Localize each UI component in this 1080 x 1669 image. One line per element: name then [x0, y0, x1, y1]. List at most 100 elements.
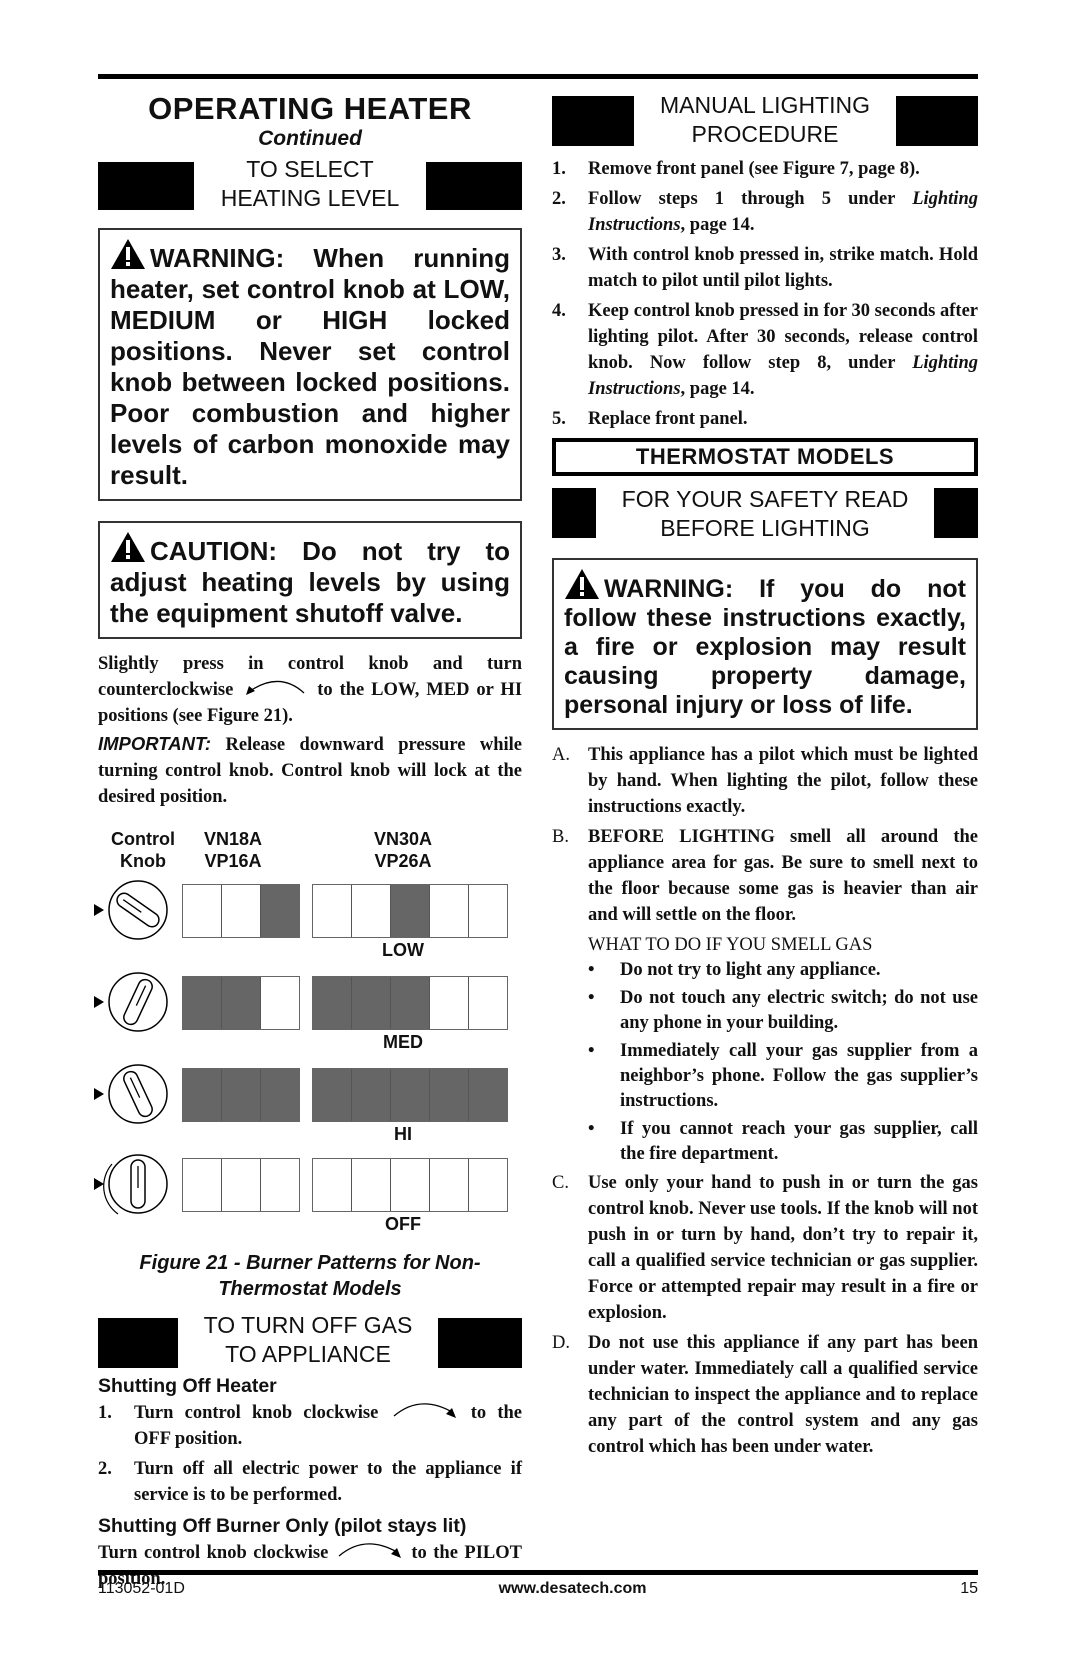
bullet-item: • Immediately call your gas supplier from…: [588, 1041, 978, 1111]
burner-pattern-vn30a: [312, 1158, 508, 1212]
level-label: MED: [383, 1032, 423, 1052]
burner-cell-lit: [183, 1069, 222, 1121]
warning-icon: [565, 569, 599, 599]
burner-cell-lit: [391, 1069, 430, 1121]
burner-cell-lit: [352, 1069, 391, 1121]
header-line: HEATING LEVEL: [220, 185, 400, 211]
col-header-vn18a: VN18A VP16A: [203, 829, 263, 871]
top-rule: [98, 74, 978, 79]
step-item: 1. Turn control knob clockwise to the OF…: [98, 1400, 522, 1452]
burner-pattern-vn18a: [182, 1158, 300, 1212]
burner-cell-unlit: [352, 885, 391, 937]
warning-icon: [111, 532, 145, 562]
burner-pattern-vn30a: [312, 884, 508, 938]
section-header-select-heating: TO SELECT HEATING LEVEL: [98, 154, 522, 214]
control-knob-icon: [94, 1064, 168, 1124]
right-column: MANUAL LIGHTING PROCEDURE 1. Remove front…: [552, 80, 978, 1464]
header-line: PROCEDURE: [691, 121, 839, 147]
step-item: 1. Remove front panel (see Figure 7, page…: [552, 159, 920, 179]
burner-pattern-vn18a: [182, 976, 300, 1030]
thermostat-models-title: THERMOSTAT MODELS: [552, 438, 978, 476]
header-block-right: [934, 488, 978, 538]
knob-instruction: Slightly press in control knob and turn …: [98, 651, 522, 729]
left-column: OPERATING HEATER Continued TO SELECT HEA…: [94, 80, 522, 1592]
clockwise-arrow-icon: [393, 1403, 456, 1418]
burner-cell-unlit: [430, 885, 469, 937]
burner-cell-lit: [261, 1069, 299, 1121]
step-item: 3. With control knob pressed in, strike m…: [552, 245, 978, 291]
warning-text: WARNING: When running heater, set contro…: [110, 243, 510, 490]
burner-cell-unlit: [261, 977, 299, 1029]
control-knob-icon: [94, 972, 168, 1032]
section-header-safety: FOR YOUR SAFETY READ BEFORE LIGHTING: [552, 484, 978, 544]
burner-cell-lit: [183, 977, 222, 1029]
bullet-item: • Do not touch any electric switch; do no…: [588, 988, 978, 1033]
burner-cell-unlit: [430, 977, 469, 1029]
burner-cell-unlit: [469, 977, 507, 1029]
important-note: IMPORTANT: Release downward pressure whi…: [98, 731, 522, 810]
burner-cell-lit: [313, 1069, 352, 1121]
burner-cell-lit: [222, 1069, 261, 1121]
header-line: MANUAL LIGHTING: [659, 92, 870, 118]
header-block-left: [98, 162, 194, 210]
warning-box: WARNING: When running heater, set contro…: [98, 228, 522, 501]
burner-cell-unlit: [469, 1159, 507, 1211]
figure-21: Control Knob VN18A VP16A VN18A VN30A VP2…: [94, 828, 522, 1258]
header-block-right: [896, 96, 978, 146]
bullet-item: • If you cannot reach your gas supplier, …: [588, 1119, 978, 1164]
step-item: 4. Keep control knob pressed in for 30 se…: [552, 301, 978, 399]
step-item: 2. Turn off all electric power to the ap…: [98, 1459, 522, 1505]
burner-cell-unlit: [313, 1159, 352, 1211]
header-line: TO APPLIANCE: [225, 1341, 391, 1367]
burner-cell-lit: [430, 1069, 469, 1121]
bullet-item: • Do not try to light any appliance.: [588, 960, 881, 980]
burner-cell-lit: [391, 977, 430, 1029]
burner-cell-unlit: [183, 885, 222, 937]
header-line: TO SELECT: [246, 156, 374, 182]
header-line: FOR YOUR SAFETY READ: [621, 486, 909, 512]
burner-cell-unlit: [222, 885, 261, 937]
step-item: 2. Follow steps 1 through 5 under Lightin…: [552, 189, 978, 235]
list-item: D. Do not use this appliance if any part …: [552, 1333, 978, 1457]
step-item: 5. Replace front panel.: [552, 409, 748, 429]
website-link[interactable]: www.desatech.com: [499, 1580, 647, 1598]
bottom-rule: [98, 1570, 978, 1575]
burner-pattern-vn18a: [182, 1068, 300, 1122]
burner-cell-unlit: [261, 1159, 299, 1211]
burner-cell-unlit: [391, 1159, 430, 1211]
burner-cell-unlit: [430, 1159, 469, 1211]
burner-cell-unlit: [313, 885, 352, 937]
burner-cell-unlit: [222, 1159, 261, 1211]
clockwise-arrow-icon: [338, 1543, 401, 1558]
burner-cell-unlit: [183, 1159, 222, 1211]
list-item: C. Use only your hand to push in or turn …: [552, 1173, 978, 1323]
doc-number: 113052-01D: [98, 1580, 185, 1597]
burner-pattern-vn30a: [312, 1068, 508, 1122]
header-block-left: [98, 1318, 178, 1368]
burner-pattern-vn18a: [182, 884, 300, 938]
burner-cell-unlit: [469, 885, 507, 937]
warning-text: WARNING: If you do not follow these inst…: [564, 575, 966, 719]
caution-text: CAUTION: Do not try to adjust heating le…: [110, 536, 510, 628]
burner-pattern-vn30a: [312, 976, 508, 1030]
burner-cell-lit: [261, 885, 299, 937]
shutting-off-heater-title: Shutting Off Heater: [98, 1375, 277, 1397]
counterclockwise-arrow-icon: [246, 680, 305, 695]
page-subtitle: Continued: [258, 127, 362, 150]
level-label: OFF: [385, 1214, 421, 1234]
safety-items: A. This appliance has a pilot which must …: [552, 742, 978, 1460]
page-title: OPERATING HEATER: [148, 91, 472, 126]
header-block-left: [552, 96, 634, 146]
section-header-manual-lighting: MANUAL LIGHTING PROCEDURE: [552, 90, 978, 150]
burner-cell-lit: [313, 977, 352, 1029]
level-label: LOW: [382, 940, 424, 960]
header-line: BEFORE LIGHTING: [660, 515, 870, 541]
warning-icon: [111, 239, 145, 269]
level-label: HI: [394, 1124, 412, 1144]
col-header-knob: Control Knob: [111, 829, 175, 871]
warning-box: WARNING: If you do not follow these inst…: [552, 558, 978, 730]
col-header-vn30a: VN18A VN30A VP26A: [373, 829, 433, 871]
burner-cell-unlit: [352, 1159, 391, 1211]
header-line: TO TURN OFF GAS: [203, 1312, 413, 1338]
important-label: IMPORTANT:: [98, 733, 212, 754]
